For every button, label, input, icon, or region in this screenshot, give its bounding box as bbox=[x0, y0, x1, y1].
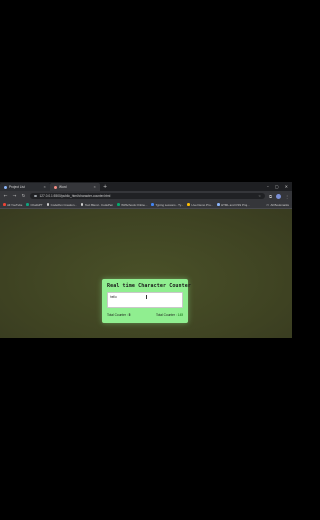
bookmark-label: HTML and CSS Proj... bbox=[221, 202, 250, 207]
maximize-button[interactable]: ▢ bbox=[275, 183, 279, 191]
menu-icon[interactable]: ⋮ bbox=[285, 194, 289, 199]
remaining-counter: Total Counter : 145 bbox=[156, 313, 183, 317]
tab-label: Project List bbox=[9, 185, 25, 189]
extensions-icon[interactable]: ⧉ bbox=[269, 194, 272, 199]
folder-icon: ▭ bbox=[266, 202, 270, 207]
bookmark-label: Live Demo Pro... bbox=[191, 202, 213, 207]
minimize-button[interactable]: – bbox=[267, 183, 269, 191]
bookmark-item[interactable]: Live Demo Pro... bbox=[187, 203, 213, 207]
browser-window: Project List ✕ Word ✕ + – ▢ ✕ ← → ↻ 127.… bbox=[0, 182, 292, 338]
tab-label: Word bbox=[59, 185, 67, 189]
total-counter-label: Total Counter : bbox=[107, 313, 128, 317]
bookmark-item[interactable]: CodePen Creation... bbox=[46, 202, 77, 207]
text-input[interactable]: hello bbox=[107, 292, 183, 308]
total-counter-value: 5 bbox=[128, 313, 131, 317]
bookmark-label: Text Blend - CodePen bbox=[84, 202, 114, 207]
address-bar[interactable]: 127.0.0.1:5500/public_html/character-cou… bbox=[30, 193, 266, 199]
bookmark-label: W3Schools Online... bbox=[121, 202, 148, 207]
bookmark-favicon-icon bbox=[26, 203, 30, 206]
close-window-button[interactable]: ✕ bbox=[285, 183, 288, 191]
close-icon[interactable]: ✕ bbox=[93, 185, 96, 189]
bookmark-star-icon[interactable]: ☆ bbox=[258, 194, 261, 198]
back-icon[interactable]: ← bbox=[3, 194, 8, 199]
character-counter-card: Real time Character Counter hello Total … bbox=[102, 279, 191, 323]
bookmark-item[interactable]: Text Blend - CodePen bbox=[80, 202, 114, 207]
bookmark-item[interactable]: HTML and CSS Proj... bbox=[216, 202, 250, 207]
bookmark-label: All YouTube bbox=[7, 202, 23, 207]
bookmark-item[interactable]: All YouTube bbox=[3, 203, 22, 207]
reload-icon[interactable]: ↻ bbox=[21, 194, 26, 199]
bookmark-favicon-icon bbox=[46, 203, 50, 206]
bookmark-item[interactable]: Typing Lessons - Ty... bbox=[151, 203, 183, 207]
bookmark-favicon-icon bbox=[187, 203, 190, 206]
toolbar: ← → ↻ 127.0.0.1:5500/public_html/charact… bbox=[0, 191, 292, 201]
bookmark-favicon-icon bbox=[80, 203, 84, 206]
tab-strip: Project List ✕ Word ✕ + – ▢ ✕ bbox=[0, 182, 292, 191]
bookmarks-bar: All YouTube ChatGPT CodePen Creation... … bbox=[0, 201, 292, 209]
favicon-icon bbox=[4, 185, 7, 189]
favicon-icon bbox=[54, 185, 57, 189]
window-controls: – ▢ ✕ bbox=[267, 183, 292, 191]
bookmark-item[interactable]: W3Schools Online... bbox=[117, 203, 147, 207]
bookmark-label: Typing Lessons - Ty... bbox=[155, 202, 184, 207]
url-text: 127.0.0.1:5500/public_html/character-cou… bbox=[39, 194, 111, 198]
page-viewport: Real time Character Counter hello Total … bbox=[0, 209, 292, 338]
all-bookmarks-button[interactable]: ▭ All Bookmarks bbox=[266, 203, 289, 207]
tab-project-list[interactable]: Project List ✕ bbox=[0, 183, 50, 191]
text-input-value: hello bbox=[110, 295, 117, 299]
counters-row: Total Counter : 5 Total Counter : 145 bbox=[107, 313, 183, 317]
bookmark-favicon-icon bbox=[3, 203, 6, 206]
tab-word[interactable]: Word ✕ bbox=[50, 183, 100, 191]
remaining-counter-label: Total Counter : bbox=[156, 313, 177, 317]
bookmark-item[interactable]: ChatGPT bbox=[26, 202, 43, 207]
bookmark-label: CodePen Creation... bbox=[50, 202, 77, 207]
all-bookmarks-label: All Bookmarks bbox=[270, 202, 289, 207]
app-title: Real time Character Counter bbox=[107, 283, 191, 289]
bookmark-favicon-icon bbox=[216, 203, 220, 206]
forward-icon[interactable]: → bbox=[12, 194, 17, 199]
close-icon[interactable]: ✕ bbox=[43, 185, 46, 189]
new-tab-button[interactable]: + bbox=[103, 183, 107, 191]
site-info-icon[interactable] bbox=[34, 194, 37, 198]
bookmark-favicon-icon bbox=[151, 203, 154, 206]
remaining-counter-value: 145 bbox=[177, 313, 183, 317]
bookmark-favicon-icon bbox=[117, 203, 120, 206]
total-counter: Total Counter : 5 bbox=[107, 313, 130, 317]
profile-avatar[interactable] bbox=[276, 193, 281, 199]
bookmark-label: ChatGPT bbox=[30, 202, 43, 207]
